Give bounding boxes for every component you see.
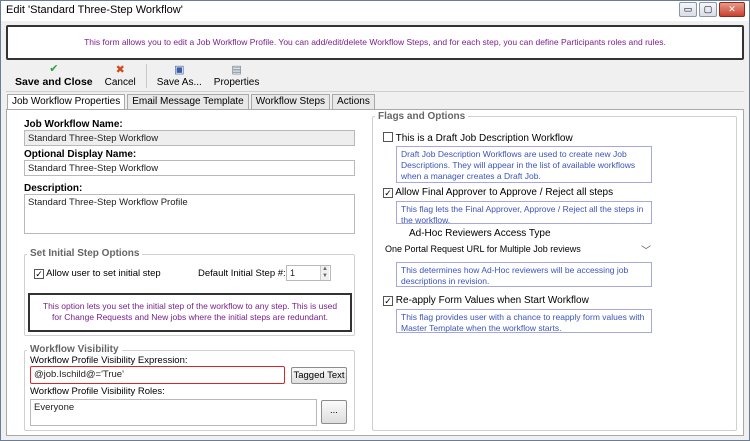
workflow-name-field: Standard Three-Step Workflow <box>24 130 355 146</box>
final-approver-checkbox[interactable]: ✓ <box>383 188 393 198</box>
display-name-input[interactable]: Standard Three-Step Workflow <box>24 160 355 176</box>
default-initial-step-spinner[interactable]: 1 ▲ ▼ <box>286 265 331 281</box>
toolbar-separator <box>145 64 147 88</box>
spinner-arrows-icon[interactable]: ▲ ▼ <box>320 266 329 280</box>
adhoc-access-selected: One Portal Request URL for Multiple Job … <box>385 244 581 254</box>
tab-email-message-template[interactable]: Email Message Template <box>127 94 249 109</box>
visibility-expression-input[interactable]: @job.Ischild@='True' <box>30 366 285 384</box>
save-and-close-label: Save and Close <box>15 76 93 88</box>
save-as-button[interactable]: ▣ Save As... <box>151 61 208 89</box>
description-textarea[interactable]: Standard Three-Step Workflow Profile <box>24 194 355 234</box>
initial-step-group-title: Set Initial Step Options <box>27 248 143 259</box>
minimize-button[interactable]: ▭ <box>679 2 697 17</box>
floppy-disk-icon: ▣ <box>174 64 185 76</box>
visibility-group-title: Workflow Visibility <box>27 344 122 355</box>
save-and-close-button[interactable]: ✔ Save and Close <box>9 61 99 89</box>
visibility-roles-label: Workflow Profile Visibility Roles: <box>30 386 165 397</box>
allow-initial-step-option: ✓ Allow user to set initial step <box>34 268 161 279</box>
properties-button[interactable]: ▤ Properties <box>208 61 266 89</box>
title-bar: Edit 'Standard Three-Step Workflow' ▭ ▢ … <box>1 1 749 21</box>
edit-workflow-window: Edit 'Standard Three-Step Workflow' ▭ ▢ … <box>0 0 750 441</box>
browse-roles-button[interactable]: ... <box>321 400 347 424</box>
visibility-roles-field[interactable]: Everyone <box>30 399 317 426</box>
window-controls: ▭ ▢ ✕ <box>679 2 745 17</box>
reapply-form-values-option: ✓ Re-apply Form Values when Start Workfl… <box>383 295 589 306</box>
description-label: Description: <box>24 183 83 194</box>
visibility-expression-label: Workflow Profile Visibility Expression: <box>30 355 188 366</box>
adhoc-access-title: Ad-Hoc Reviewers Access Type <box>409 228 551 239</box>
adhoc-access-info: This determines how Ad-Hoc reviewers wil… <box>396 262 652 287</box>
chevron-down-icon: ﹀ <box>641 246 651 257</box>
draft-workflow-checkbox[interactable] <box>383 132 393 142</box>
final-approver-option: ✓ Allow Final Approver to Approve / Reje… <box>383 187 613 198</box>
draft-workflow-info: Draft Job Description Workflows are used… <box>396 146 652 183</box>
toolbar: ✔ Save and Close ✖ Cancel ▣ Save As... ▤… <box>9 61 265 91</box>
final-approver-info: This flag lets the Final Approver, Appro… <box>396 201 652 225</box>
default-initial-step-label: Default Initial Step #: <box>198 268 286 279</box>
close-button[interactable]: ✕ <box>719 2 745 17</box>
window-title: Edit 'Standard Three-Step Workflow' <box>6 4 183 16</box>
workflow-name-label: Job Workflow Name: <box>24 119 123 130</box>
cancel-label: Cancel <box>104 77 136 88</box>
toolbar-divider <box>6 91 744 92</box>
flags-options-title: Flags and Options <box>375 111 469 122</box>
cancel-button[interactable]: ✖ Cancel <box>99 61 142 89</box>
info-banner: This form allows you to edit a Job Workf… <box>6 25 744 60</box>
draft-workflow-label: This is a Draft Job Description Workflow <box>395 133 573 144</box>
tagged-text-button[interactable]: Tagged Text <box>291 367 347 384</box>
tab-actions[interactable]: Actions <box>332 94 375 109</box>
allow-initial-step-label: Allow user to set initial step <box>46 268 161 279</box>
display-name-label: Optional Display Name: <box>24 149 137 160</box>
maximize-button[interactable]: ▢ <box>699 2 717 17</box>
final-approver-label: Allow Final Approver to Approve / Reject… <box>395 187 614 198</box>
reapply-form-values-info: This flag provides user with a chance to… <box>396 309 652 333</box>
adhoc-access-dropdown[interactable]: One Portal Request URL for Multiple Job … <box>385 244 653 258</box>
properties-icon: ▤ <box>231 64 242 76</box>
draft-workflow-option: This is a Draft Job Description Workflow <box>383 132 573 144</box>
reapply-form-values-checkbox[interactable]: ✓ <box>383 296 393 306</box>
tab-workflow-steps[interactable]: Workflow Steps <box>250 94 331 109</box>
tab-strip: Job Workflow Properties Email Message Te… <box>7 94 375 110</box>
default-initial-step-value: 1 <box>290 268 296 278</box>
properties-panel: Job Workflow Name: Standard Three-Step W… <box>6 109 744 436</box>
initial-step-note: This option lets you set the initial ste… <box>28 293 352 332</box>
checkmark-icon: ✔ <box>49 63 59 75</box>
tab-job-workflow-properties[interactable]: Job Workflow Properties <box>7 94 126 110</box>
allow-initial-step-checkbox[interactable]: ✓ <box>34 269 44 279</box>
save-as-label: Save As... <box>156 77 202 88</box>
cancel-icon: ✖ <box>115 64 125 76</box>
properties-label: Properties <box>213 77 260 88</box>
reapply-form-values-label: Re-apply Form Values when Start Workflow <box>395 295 589 306</box>
